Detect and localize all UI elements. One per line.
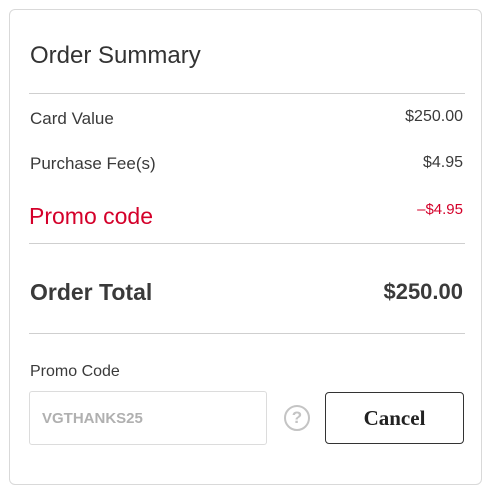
promo-code-label: Promo code: [29, 203, 154, 229]
promo-discount-amount: –$4.95: [417, 201, 463, 218]
promo-code-field-label: Promo Code: [30, 363, 120, 380]
divider: [29, 243, 465, 244]
purchase-fee-label: Purchase Fee(s): [30, 154, 156, 173]
promo-code-input[interactable]: [29, 391, 267, 445]
divider: [29, 333, 465, 334]
card-value-label: Card Value: [30, 109, 114, 128]
divider: [29, 93, 465, 94]
order-total-amount: $250.00: [383, 279, 463, 304]
purchase-fee-amount: $4.95: [422, 154, 463, 171]
order-total-label: Order Total: [30, 279, 153, 305]
card-value-amount: $250.00: [405, 108, 463, 125]
order-summary-card: Order Summary Card Value $250.00 Purchas…: [9, 9, 482, 485]
order-summary-title: Order Summary: [30, 42, 201, 69]
question-circle-icon[interactable]: ?: [284, 405, 310, 431]
cancel-button[interactable]: Cancel: [325, 392, 464, 444]
